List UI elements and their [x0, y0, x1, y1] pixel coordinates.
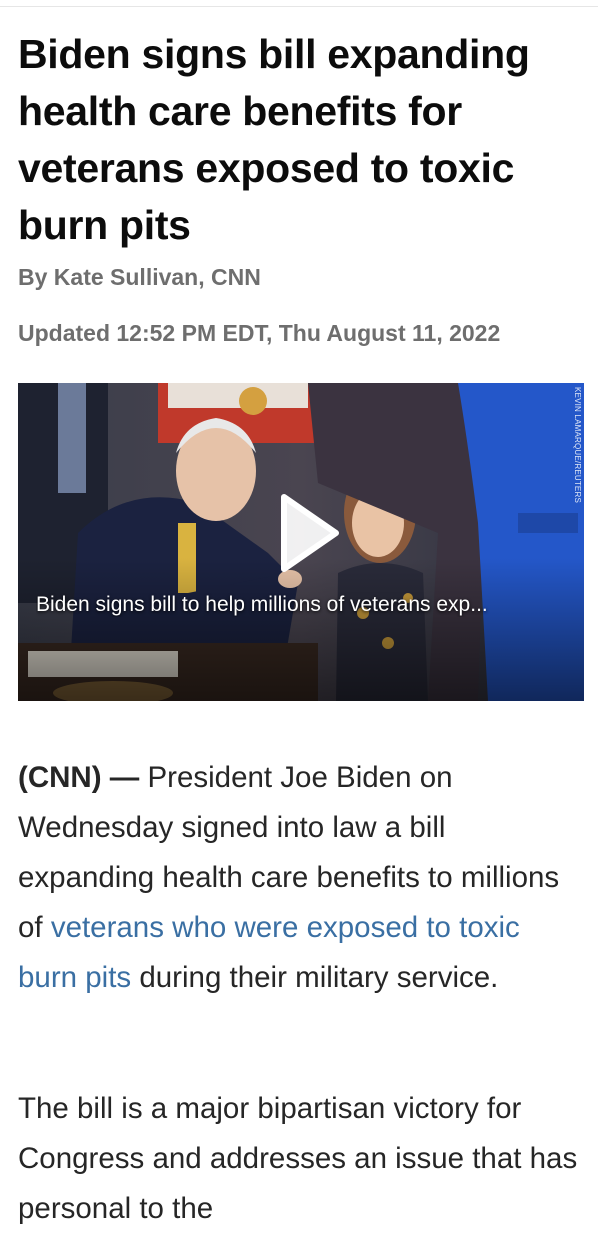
article-paragraph: The bill is a major bipartisan victory f… — [18, 1092, 578, 1225]
article-paragraph: (CNN) — President Joe Biden on Wednesday… — [18, 753, 584, 1003]
play-icon[interactable] — [280, 493, 340, 573]
photo-credit: KEVIN LAMARQUE/REUTERS — [573, 387, 582, 503]
updated-timestamp: Updated 12:52 PM EDT, Thu August 11, 202… — [18, 320, 501, 346]
video-caption: Biden signs bill to help millions of vet… — [36, 593, 488, 616]
byline-text[interactable]: By Kate Sullivan, CNN — [18, 264, 261, 290]
top-divider — [0, 6, 598, 7]
dateline: (CNN) — — [18, 761, 140, 794]
byline: By Kate Sullivan, CNN — [18, 264, 261, 291]
paragraph-text-after-link: during their military service. — [131, 961, 499, 994]
video-player[interactable]: Biden signs bill to help millions of vet… — [18, 383, 584, 701]
article-headline: Biden signs bill expanding health care b… — [18, 31, 530, 248]
